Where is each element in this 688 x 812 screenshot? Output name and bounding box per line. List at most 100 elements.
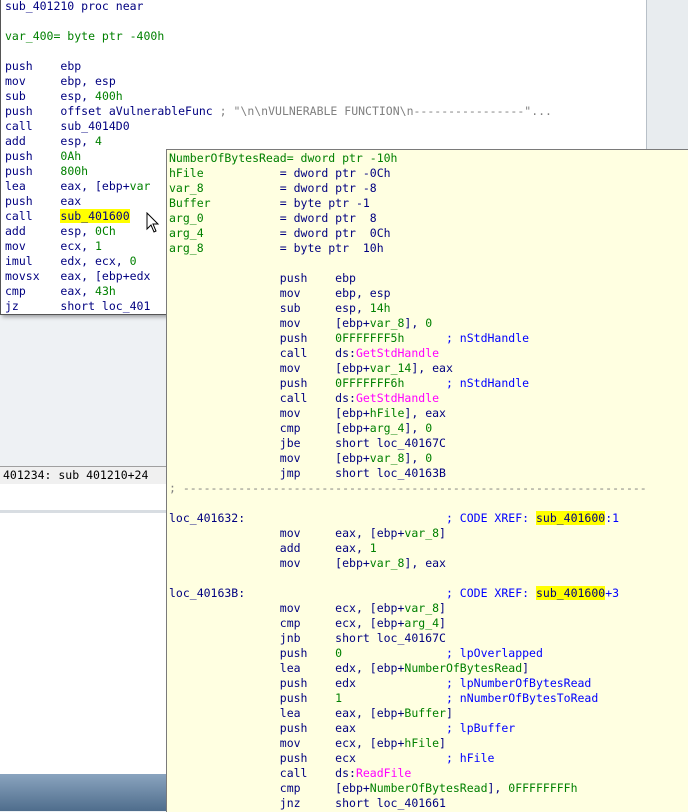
code-line[interactable]: loc_401632: ; CODE XREF: sub_401600:1 bbox=[169, 511, 619, 526]
code-line[interactable]: imul edx, ecx, 0 bbox=[5, 254, 137, 269]
code-line[interactable]: arg_0 = dword ptr 8 bbox=[169, 211, 377, 226]
taskbar bbox=[0, 774, 166, 811]
code-line[interactable]: push ebp bbox=[169, 271, 356, 286]
code-line[interactable]: jnz short loc_401661 bbox=[169, 796, 446, 811]
code-line[interactable]: hFile = dword ptr -0Ch bbox=[169, 166, 391, 181]
code-line[interactable]: call ds:GetStdHandle bbox=[169, 346, 439, 361]
code-line[interactable]: cmp ecx, [ebp+arg_4] bbox=[169, 616, 446, 631]
code-token: ebp, esp bbox=[335, 286, 391, 300]
code-token: push bbox=[279, 721, 336, 735]
code-token: push bbox=[279, 271, 336, 285]
code-token: ], eax bbox=[404, 556, 446, 570]
code-line[interactable]: mov ecx, 1 bbox=[5, 239, 102, 254]
code-token: ; lpNumberOfBytesRead bbox=[355, 676, 592, 690]
code-line[interactable]: NumberOfBytesRead= dword ptr -10h bbox=[169, 151, 397, 166]
code-token: lea bbox=[279, 661, 336, 675]
pane-divider[interactable] bbox=[0, 510, 166, 513]
code-token: sub bbox=[279, 301, 336, 315]
code-token: ; CODE XREF: bbox=[245, 586, 536, 600]
code-line[interactable]: var_400= byte ptr -400h bbox=[5, 29, 164, 44]
code-token: call bbox=[279, 391, 336, 405]
code-line[interactable]: Buffer = byte ptr -1 bbox=[169, 196, 370, 211]
code-line[interactable]: cmp [ebp+arg_4], 0 bbox=[169, 421, 432, 436]
code-line[interactable]: sub esp, 400h bbox=[5, 89, 123, 104]
code-line[interactable]: push ebp bbox=[5, 59, 81, 74]
code-line[interactable]: mov [ebp+var_8], eax bbox=[169, 556, 446, 571]
code-token: var_400= byte ptr -400h bbox=[5, 29, 165, 43]
code-line[interactable]: push 0Ah bbox=[5, 149, 81, 164]
code-line[interactable]: add esp, 4 bbox=[5, 134, 102, 149]
code-line[interactable]: push 0FFFFFFF5h ; nStdHandle bbox=[169, 331, 529, 346]
code-token: eax, [ebp+ bbox=[335, 706, 405, 720]
code-line[interactable]: ; --------------------------------------… bbox=[169, 481, 647, 496]
code-line[interactable]: mov [ebp+var_8], 0 bbox=[169, 451, 432, 466]
code-line[interactable]: jz short loc_401 bbox=[5, 299, 150, 314]
code-line[interactable]: sub_401210 proc near bbox=[5, 0, 143, 14]
code-line[interactable]: push 800h bbox=[5, 164, 88, 179]
code-line[interactable]: movsx eax, [ebp+edx bbox=[5, 269, 150, 284]
code-line[interactable]: push 0FFFFFFF6h ; nStdHandle bbox=[169, 376, 529, 391]
code-line[interactable]: push 0 ; lpOverlapped bbox=[169, 646, 543, 661]
code-line[interactable]: mov [ebp+hFile], eax bbox=[169, 406, 446, 421]
code-token: arg_4 bbox=[369, 421, 405, 435]
code-line[interactable]: mov ecx, [ebp+var_8] bbox=[169, 601, 446, 616]
code-line[interactable]: mov [ebp+var_8], 0 bbox=[169, 316, 432, 331]
code-line[interactable]: arg_4 = dword ptr 0Ch bbox=[169, 226, 391, 241]
code-line[interactable]: arg_8 = byte ptr 10h bbox=[169, 241, 384, 256]
code-line[interactable]: loc_40163B: ; CODE XREF: sub_401600+3 bbox=[169, 586, 619, 601]
code-line[interactable]: call ds:ReadFile bbox=[169, 766, 412, 781]
code-line[interactable]: jmp short loc_40163B bbox=[169, 466, 446, 481]
code-token: push bbox=[5, 164, 61, 178]
code-line[interactable]: push 1 ; nNumberOfBytesToRead bbox=[169, 691, 599, 706]
code-line[interactable]: lea eax, [ebp+var bbox=[5, 179, 150, 194]
code-line[interactable]: call ds:GetStdHandle bbox=[169, 391, 439, 406]
code-token: ecx bbox=[335, 751, 356, 765]
code-token: ; hFile bbox=[355, 751, 495, 765]
code-token: eax bbox=[60, 194, 82, 208]
code-line[interactable]: push edx ; lpNumberOfBytesRead bbox=[169, 676, 592, 691]
code-line[interactable]: jbe short loc_40167C bbox=[169, 436, 446, 451]
code-line[interactable]: add esp, 0Ch bbox=[5, 224, 116, 239]
code-line[interactable]: push ecx ; hFile bbox=[169, 751, 495, 766]
code-token: mov bbox=[279, 286, 336, 300]
code-line[interactable]: sub esp, 14h bbox=[169, 301, 391, 316]
code-token: mov bbox=[279, 736, 336, 750]
code-line[interactable]: mov [ebp+var_14], eax bbox=[169, 361, 453, 376]
code-line[interactable]: push offset aVulnerableFunc ; "\n\nVULNE… bbox=[5, 104, 552, 119]
code-token: push bbox=[279, 691, 336, 705]
code-token: +3 bbox=[605, 586, 620, 600]
code-line[interactable]: push eax ; lpBuffer bbox=[169, 721, 515, 736]
code-token: cmp bbox=[279, 781, 336, 795]
code-line[interactable]: mov eax, [ebp+var_8] bbox=[169, 526, 446, 541]
code-token: add bbox=[5, 224, 61, 238]
code-line[interactable]: cmp eax, 43h bbox=[5, 284, 116, 299]
code-token: eax, bbox=[335, 541, 370, 555]
code-line[interactable]: add eax, 1 bbox=[169, 541, 377, 556]
code-token: var_8 bbox=[404, 526, 440, 540]
code-line[interactable]: jnb short loc_40167C bbox=[169, 631, 446, 646]
code-line[interactable]: call sub_401600 bbox=[5, 209, 130, 224]
code-token: hFile bbox=[169, 166, 280, 180]
code-line[interactable]: mov ebp, esp bbox=[169, 286, 391, 301]
code-line[interactable]: mov ecx, [ebp+hFile] bbox=[169, 736, 446, 751]
code-line[interactable]: var_8 = dword ptr -8 bbox=[169, 181, 377, 196]
code-token: sub_401210 proc near bbox=[5, 0, 144, 13]
code-token: [ebp+ bbox=[335, 781, 370, 795]
code-token: jz bbox=[5, 299, 61, 313]
code-line[interactable]: mov ebp, esp bbox=[5, 74, 116, 89]
code-line[interactable]: call sub_4014D0 bbox=[5, 119, 130, 134]
code-line[interactable]: push eax bbox=[5, 194, 81, 209]
code-line[interactable]: lea eax, [ebp+Buffer] bbox=[169, 706, 453, 721]
code-token: ], bbox=[487, 781, 509, 795]
code-line[interactable]: cmp [ebp+NumberOfBytesRead], 0FFFFFFFFh bbox=[169, 781, 578, 796]
code-token: ; "\n\nVULNERABLE FUNCTION\n------------… bbox=[212, 104, 552, 118]
code-line[interactable]: lea edx, [ebp+NumberOfBytesRead] bbox=[169, 661, 529, 676]
